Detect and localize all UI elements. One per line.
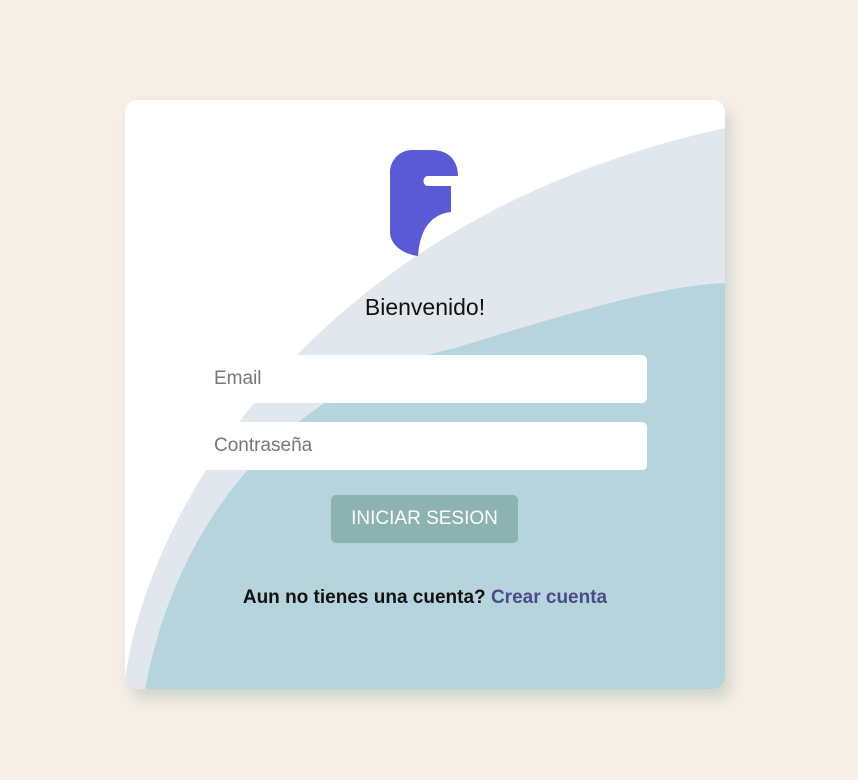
signup-prompt-text: Aun no tienes una cuenta? (242, 587, 486, 608)
signup-prompt-line: Aun no tienes una cuenta? Crear cuenta (125, 587, 725, 609)
login-card: Bienvenido! INICIAR SESION Aun no tienes… (125, 100, 725, 689)
login-button[interactable]: INICIAR SESION (331, 495, 518, 543)
welcome-title: Bienvenido! (364, 294, 486, 320)
create-account-link[interactable]: Crear cuenta (491, 587, 607, 608)
password-field[interactable] (202, 422, 647, 470)
email-field[interactable] (202, 355, 647, 403)
brand-logo-icon (390, 150, 460, 256)
